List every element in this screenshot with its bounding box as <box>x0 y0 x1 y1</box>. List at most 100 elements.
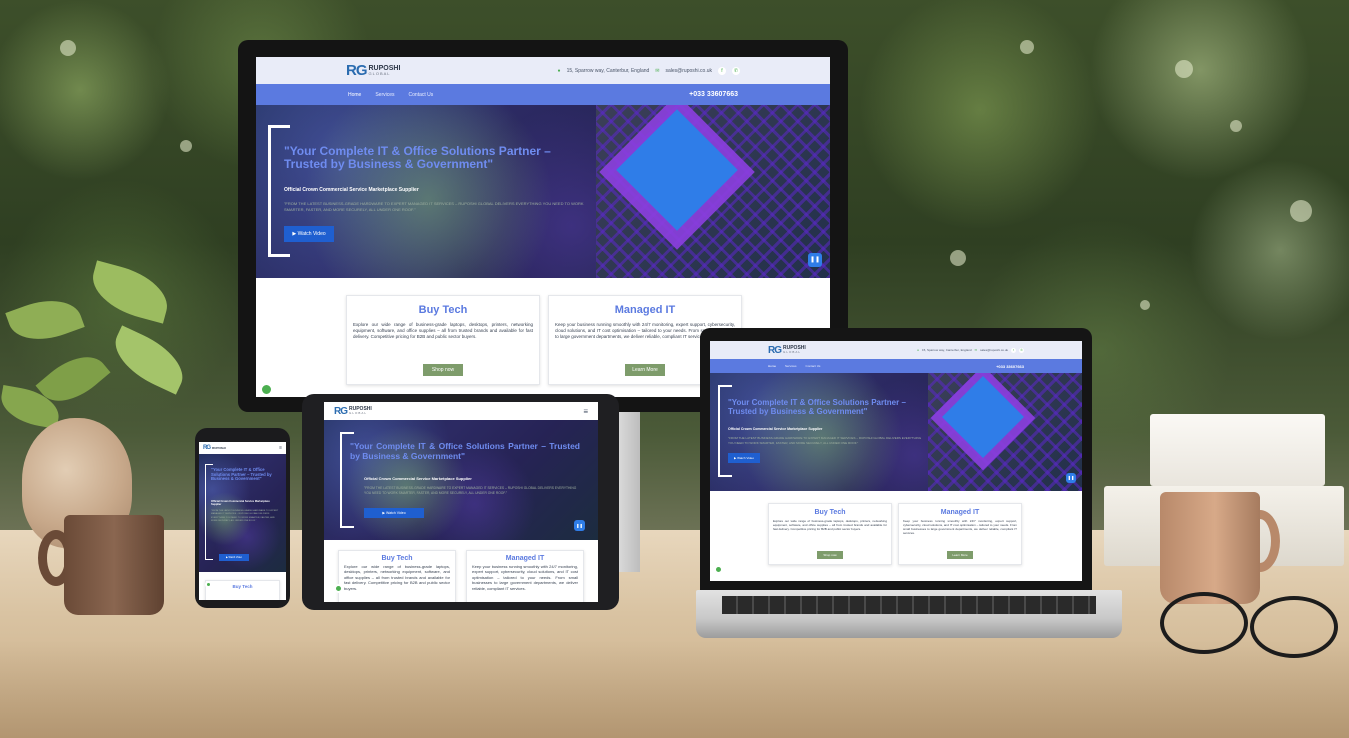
watch-video-button[interactable]: ▶ Watch Video <box>364 508 424 518</box>
learn-more-button[interactable]: Learn More <box>947 551 973 559</box>
watch-video-button[interactable]: ▶ Watch Video <box>284 226 334 242</box>
chat-icon[interactable] <box>714 565 723 574</box>
site-logo[interactable]: RG RUPOSHI GLOBAL <box>768 345 806 356</box>
chat-icon[interactable] <box>334 584 343 593</box>
bokeh-light <box>1140 300 1150 310</box>
bokeh-light <box>1175 60 1193 78</box>
whatsapp-icon[interactable]: ✆ <box>1019 347 1024 353</box>
site-nav: Home Services Contact Us +033 33607663 <box>256 84 830 105</box>
card-buy-tech: Buy Tech Explore our wide range of busin… <box>338 550 456 602</box>
site-logo[interactable]: RG RUPOSHI GLOBAL <box>334 406 372 417</box>
card-text: Keep your business running smoothly with… <box>472 564 578 591</box>
nav-item-home[interactable]: Home <box>348 92 361 98</box>
logo-mark: RG <box>768 344 782 356</box>
logo-name: RUPOSHI GLOBAL <box>369 65 401 76</box>
contact-info: ● 15, Sparrow way, Canterbur, England ✉ … <box>557 66 740 75</box>
map-pin-icon: ● <box>557 67 561 74</box>
nav-phone[interactable]: +033 33607663 <box>689 91 738 98</box>
nav-item-contact[interactable]: Contact Us <box>806 364 821 368</box>
smartphone: RG RUPOSHI ≡ "Your Complete IT & Office … <box>195 428 290 608</box>
hero-title: "Your Complete IT & Office Solutions Par… <box>350 441 580 461</box>
map-pin-icon: ● <box>917 348 919 352</box>
site-topbar: RG RUPOSHI ≡ <box>199 442 286 454</box>
card-managed-it: Managed IT Keep your business running sm… <box>466 550 584 602</box>
card-title: Buy Tech <box>814 509 846 516</box>
card-title: Managed IT <box>505 555 545 562</box>
site-logo[interactable]: RG RUPOSHI GLOBAL <box>346 62 400 79</box>
facebook-icon[interactable]: f <box>718 66 726 75</box>
laptop: RG RUPOSHI GLOBAL ● 15, Sparrow way, Can… <box>700 328 1092 590</box>
shop-now-button[interactable]: Shop now <box>423 364 463 376</box>
logo-mark: RG <box>203 445 211 451</box>
nav-item-contact[interactable]: Contact Us <box>409 92 434 98</box>
logo-mark: RG <box>334 405 348 417</box>
contact-address: 15, Sparrow way, Canterbur, England <box>566 67 650 74</box>
service-cards: Buy Tech Explore our wide range of busin… <box>338 550 584 602</box>
tablet: RG RUPOSHI GLOBAL ≡ "Your Complete IT & … <box>302 394 619 610</box>
coffee-mug-right <box>1160 492 1260 604</box>
card-text: Explore our wide range of business-grade… <box>353 322 533 340</box>
pause-button[interactable]: ❚❚ <box>808 253 822 267</box>
hero-subtitle: Official Crown Commercial Service Market… <box>284 187 419 193</box>
hero-body: "From the latest business-grade hardware… <box>211 510 279 522</box>
watch-video-button[interactable]: ▶ Watch Video <box>219 554 249 561</box>
card-buy-tech: Buy Tech Explore our wide range of busin… <box>346 295 540 385</box>
card-title: Buy Tech <box>232 584 253 589</box>
hero-title: "Your Complete IT & Office Solutions Par… <box>211 467 272 482</box>
card-title: Buy Tech <box>381 555 413 562</box>
chat-icon[interactable] <box>205 581 212 588</box>
nav-item-services[interactable]: Services <box>785 364 797 368</box>
pause-button[interactable]: ❚❚ <box>574 520 585 531</box>
logo-name: RUPOSHI GLOBAL <box>783 346 806 354</box>
contact-address: 15, Sparrow way, Canterbur, England <box>921 348 972 352</box>
facebook-icon[interactable]: f <box>1011 347 1016 353</box>
glasses-lens-left <box>1160 592 1248 654</box>
card-buy-tech: Buy Tech <box>205 580 280 600</box>
service-cards: Buy Tech Explore our wide range of busin… <box>346 295 742 385</box>
service-cards: Buy Tech Explore our wide range of busin… <box>768 503 1022 565</box>
site-topbar: RG RUPOSHI GLOBAL ≡ <box>324 402 598 420</box>
site-topbar: RG RUPOSHI GLOBAL ● 15, Sparrow way, Can… <box>256 57 830 84</box>
card-buy-tech: Buy Tech Explore our wide range of busin… <box>768 503 892 565</box>
phone-screen: RG RUPOSHI ≡ "Your Complete IT & Office … <box>199 442 286 600</box>
site-logo[interactable]: RG RUPOSHI <box>203 445 226 451</box>
watch-video-button[interactable]: ▶ Watch Video <box>728 453 760 463</box>
gift-box-top <box>1150 414 1325 486</box>
shop-now-button[interactable]: Shop now <box>817 551 843 559</box>
laptop-screen: RG RUPOSHI GLOBAL ● 15, Sparrow way, Can… <box>710 341 1082 581</box>
nav-item-home[interactable]: Home <box>768 364 776 368</box>
nav-phone[interactable]: +033 33607663 <box>996 364 1024 369</box>
hero-banner: "Your Complete IT & Office Solutions Par… <box>256 105 830 278</box>
hero-body: "From the latest business-grade hardware… <box>728 436 922 445</box>
mail-icon: ✉ <box>974 348 978 352</box>
contact-email[interactable]: sales@ruposhi.co.uk <box>980 348 1008 352</box>
logo-name: RUPOSHI <box>212 446 226 450</box>
bokeh-light <box>1290 200 1312 222</box>
learn-more-button[interactable]: Learn More <box>625 364 665 376</box>
hero-subtitle: Official Crown Commercial Service Market… <box>364 476 472 481</box>
hero-banner: "Your Complete IT & Office Solutions Par… <box>710 373 1082 491</box>
card-title: Buy Tech <box>418 304 468 316</box>
whatsapp-icon[interactable]: ✆ <box>732 66 740 75</box>
card-text: Explore our wide range of business-grade… <box>344 564 450 591</box>
hero-subtitle: Official Crown Commercial Service Market… <box>728 427 823 431</box>
logo-tagline: GLOBAL <box>783 350 802 354</box>
hero-subtitle: Official Crown Commercial Service Market… <box>211 500 270 506</box>
hero-banner: "Your Complete IT & Office Solutions Par… <box>199 454 286 572</box>
card-title: Managed IT <box>614 304 676 316</box>
coffee-mug-left <box>64 515 164 615</box>
pause-button[interactable]: ❚❚ <box>1066 473 1076 483</box>
hamburger-menu-icon[interactable]: ≡ <box>279 445 282 451</box>
chat-icon[interactable] <box>260 383 273 396</box>
card-text: Keep your business running smoothly with… <box>903 519 1017 536</box>
card-title: Managed IT <box>940 509 980 516</box>
contact-info: ● 15, Sparrow way, Canterbur, England ✉ … <box>917 347 1024 353</box>
hamburger-menu-icon[interactable]: ≡ <box>583 407 588 416</box>
bokeh-light <box>180 140 192 152</box>
nav-item-services[interactable]: Services <box>375 92 394 98</box>
logo-name: RUPOSHI GLOBAL <box>349 407 372 415</box>
hero-title: "Your Complete IT & Office Solutions Par… <box>284 144 551 172</box>
bokeh-light <box>60 40 76 56</box>
contact-email[interactable]: sales@ruposhi.co.uk <box>666 68 713 74</box>
tablet-screen: RG RUPOSHI GLOBAL ≡ "Your Complete IT & … <box>324 402 598 602</box>
